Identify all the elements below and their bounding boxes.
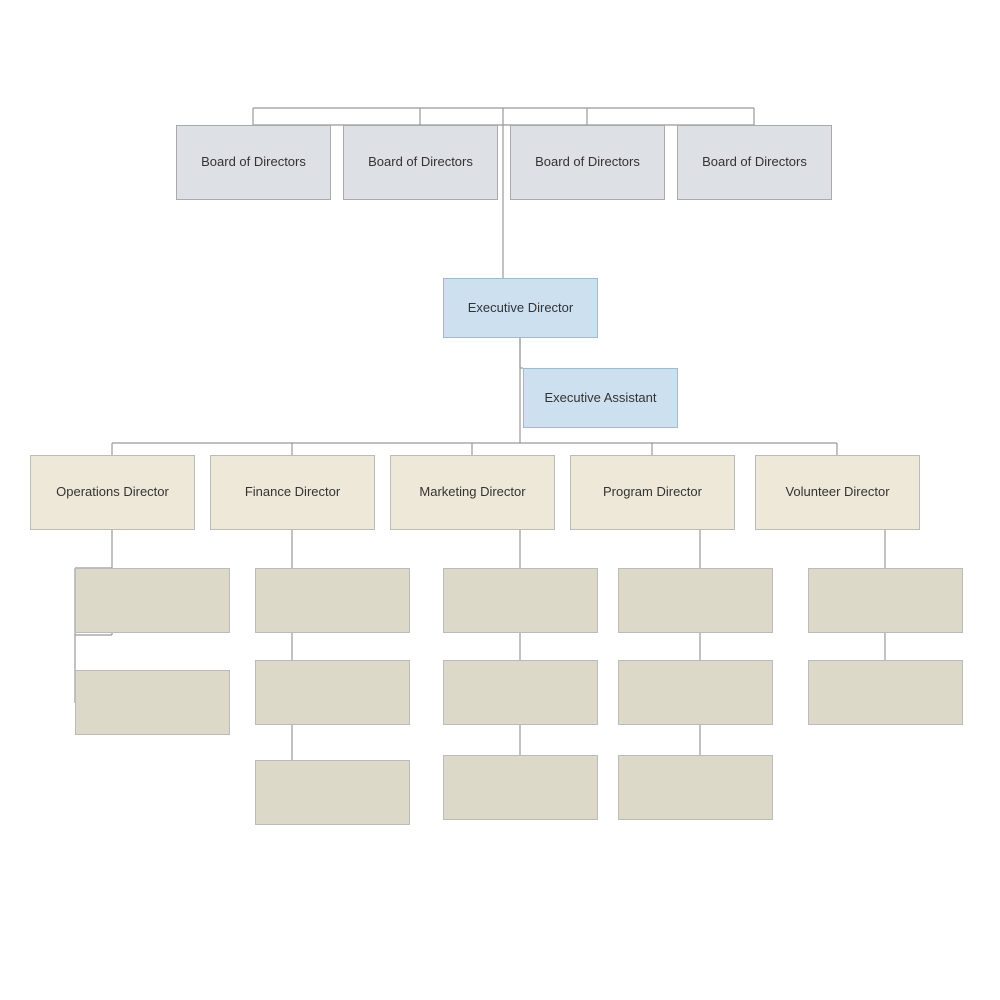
- board-node-1: Board of Directors: [176, 125, 331, 200]
- board-node-3: Board of Directors: [510, 125, 665, 200]
- org-chart: Board of Directors Board of Directors Bo…: [0, 0, 1000, 1000]
- mkt-sub-3: [443, 755, 598, 820]
- operations-director-node: Operations Director: [30, 455, 195, 530]
- prog-sub-3: [618, 755, 773, 820]
- ops-sub-2: [75, 670, 230, 735]
- marketing-director-node: Marketing Director: [390, 455, 555, 530]
- volunteer-director-node: Volunteer Director: [755, 455, 920, 530]
- fin-sub-2: [255, 660, 410, 725]
- fin-sub-3: [255, 760, 410, 825]
- executive-assistant-node: Executive Assistant: [523, 368, 678, 428]
- ops-sub-1: [75, 568, 230, 633]
- mkt-sub-2: [443, 660, 598, 725]
- prog-sub-2: [618, 660, 773, 725]
- program-director-node: Program Director: [570, 455, 735, 530]
- fin-sub-1: [255, 568, 410, 633]
- board-node-4: Board of Directors: [677, 125, 832, 200]
- vol-sub-1: [808, 568, 963, 633]
- vol-sub-2: [808, 660, 963, 725]
- finance-director-node: Finance Director: [210, 455, 375, 530]
- board-node-2: Board of Directors: [343, 125, 498, 200]
- mkt-sub-1: [443, 568, 598, 633]
- executive-director-node: Executive Director: [443, 278, 598, 338]
- prog-sub-1: [618, 568, 773, 633]
